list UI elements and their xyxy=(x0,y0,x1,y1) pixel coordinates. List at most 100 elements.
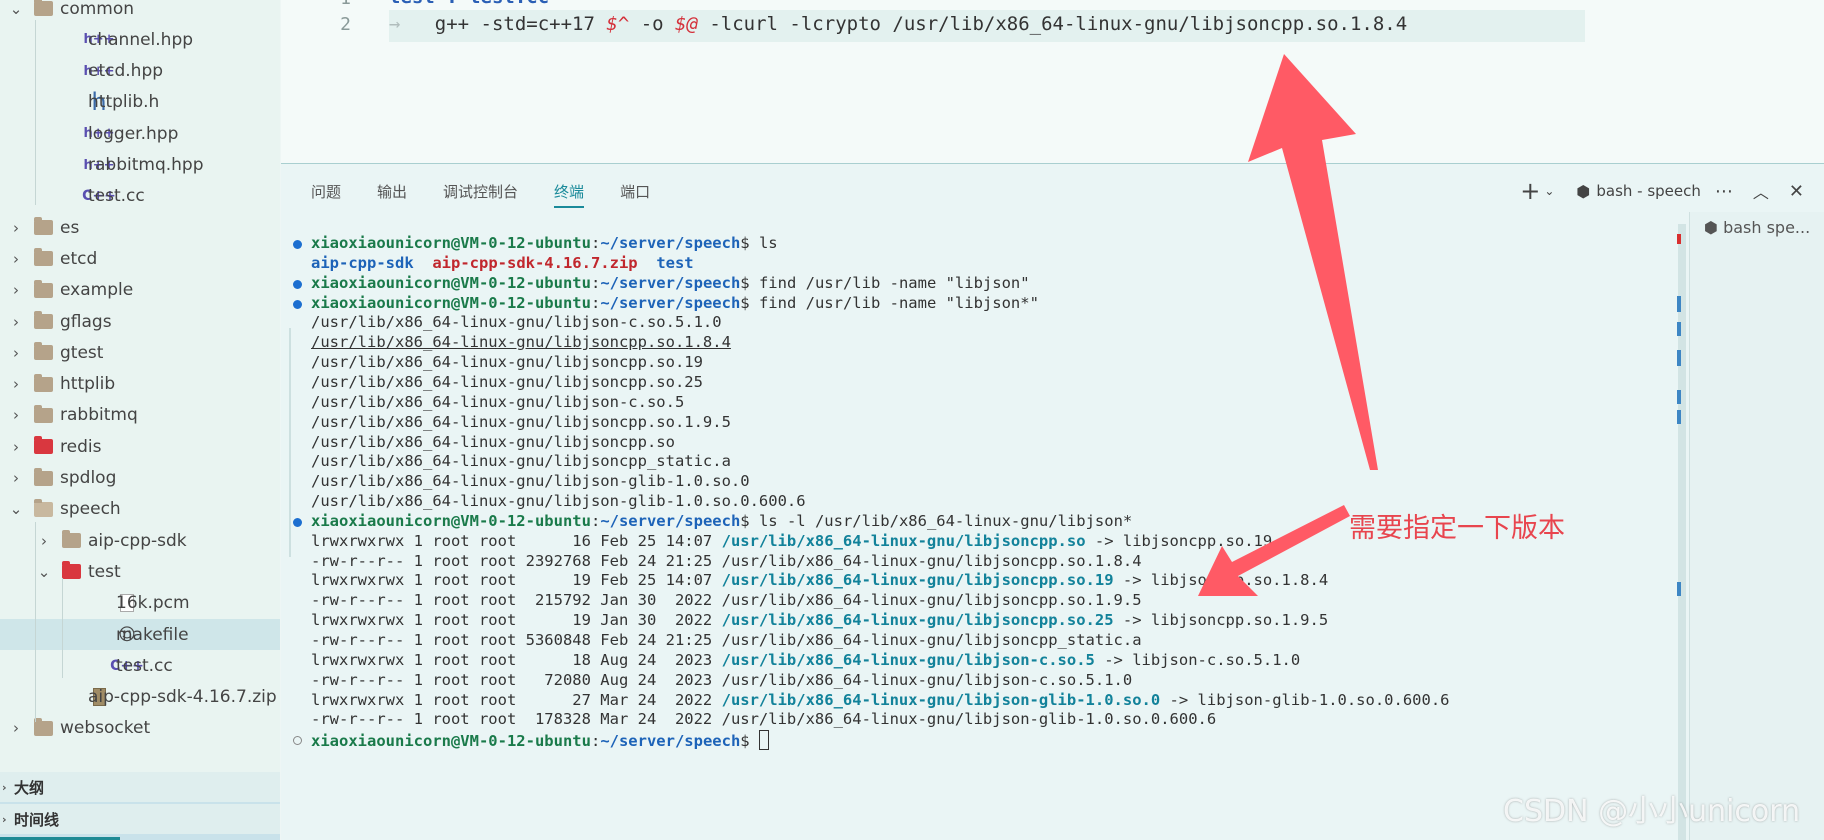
tree-item[interactable]: › websocket xyxy=(0,713,280,744)
tab-output[interactable]: 输出 xyxy=(377,180,407,210)
folder-icon xyxy=(60,530,82,551)
tree-item-label: logger.hpp xyxy=(88,123,179,144)
scroll-marker xyxy=(1677,234,1681,244)
tree-item-label: speech xyxy=(60,499,121,520)
chevron-right-icon[interactable]: › xyxy=(8,218,24,238)
chevron-down-icon[interactable]: ⌄ xyxy=(8,499,24,519)
tree-item-label: spdlog xyxy=(60,468,117,488)
tree-item-label: 16k.pcm xyxy=(116,593,190,614)
command-status-icon[interactable] xyxy=(293,517,302,527)
outline-section[interactable]: › 大纲 xyxy=(0,772,280,802)
maximize-panel-icon[interactable]: ︿ xyxy=(1753,179,1769,203)
tab-terminal[interactable]: 终端 xyxy=(554,180,585,210)
scroll-marker xyxy=(1677,410,1681,424)
panel-actions: + ⌄ ⬢ bash - speech ⋯ ︿ ✕ xyxy=(1506,176,1804,206)
tree-item[interactable]: ⌄ test xyxy=(0,556,280,587)
ls-path: /usr/lib/x86_64-linux-gnu/libjson-glib-1… xyxy=(721,690,1161,709)
ls-meta: -rw-r--r-- 1 root root 5360848 Feb 24 21… xyxy=(311,631,722,649)
find-result: /usr/lib/x86_64-linux-gnu/libjson-glib-1… xyxy=(311,492,806,511)
more-icon[interactable]: ⋯ xyxy=(1715,181,1733,202)
ls-path: /usr/lib/x86_64-linux-gnu/libjsoncpp.so xyxy=(721,531,1086,550)
tree-item[interactable]: › spdlog xyxy=(0,463,280,494)
new-terminal-icon[interactable]: + xyxy=(1520,179,1540,203)
tree-item[interactable]: › redis xyxy=(0,431,280,462)
tree-item[interactable]: 16k.pcm xyxy=(0,588,280,619)
terminal-name[interactable]: bash - speech xyxy=(1596,182,1701,200)
tab-debug-console[interactable]: 调试控制台 xyxy=(443,180,518,210)
tree-item[interactable]: h++ channel.hpp xyxy=(0,24,280,55)
tree-item[interactable]: › httplib xyxy=(0,369,280,400)
prompt-sep: : xyxy=(590,511,601,530)
tree-item-label: aip-cpp-sdk-4.16.7.zip xyxy=(88,687,277,708)
tree-item[interactable]: C++ test.cc xyxy=(0,181,280,212)
close-panel-icon[interactable]: ✕ xyxy=(1789,181,1804,202)
ls-meta: lrwxrwxrwx 1 root root 27 Mar 24 2022 xyxy=(311,690,722,709)
prompt-user: xiaoxiaounicorn@VM-0-12-ubuntu xyxy=(311,234,591,252)
command-status-icon[interactable] xyxy=(293,279,302,289)
tree-item[interactable]: › gtest xyxy=(0,337,280,368)
terminal-scrollbar[interactable] xyxy=(1675,212,1689,840)
chevron-right-icon[interactable]: › xyxy=(8,718,24,738)
terminal-cursor xyxy=(758,730,769,751)
panel-tabs: 问题 输出 调试控制台 终端 端口 xyxy=(311,180,686,210)
find-result: /usr/lib/x86_64-linux-gnu/libjsoncpp.so.… xyxy=(311,333,731,352)
line-number: 1 xyxy=(281,0,351,9)
tree-item[interactable]: › es xyxy=(0,212,280,243)
tree-item[interactable]: › rabbitmq xyxy=(0,400,280,431)
chevron-right-icon[interactable]: › xyxy=(8,343,24,363)
find-result: /usr/lib/x86_64-linux-gnu/libjsoncpp.so.… xyxy=(311,372,703,391)
prompt-sep: : xyxy=(590,293,601,312)
prompt-user: xiaoxiaounicorn@VM-0-12-ubuntu xyxy=(311,511,591,530)
tree-item-label: test.cc xyxy=(88,186,145,207)
command-status-icon[interactable] xyxy=(293,240,302,249)
chevron-right-icon[interactable]: › xyxy=(36,531,52,551)
tree-item[interactable]: › gflags xyxy=(0,306,280,337)
timeline-section[interactable]: › 时间线 xyxy=(0,804,280,834)
tab-problems[interactable]: 问题 xyxy=(311,180,341,210)
tree-item[interactable]: › etcd xyxy=(0,243,280,274)
tree-item[interactable]: h++ etcd.hpp xyxy=(0,56,280,87)
chevron-right-icon[interactable]: › xyxy=(8,312,24,332)
annotation-note: 需要指定一下版本 xyxy=(1349,513,1565,544)
ls-meta: lrwxrwxrwx 1 root root 16 Feb 25 14:07 xyxy=(311,531,722,550)
terminal-list-item[interactable]: ⬢ bash spe... xyxy=(1704,218,1810,237)
chevron-right-icon[interactable]: › xyxy=(8,437,24,457)
scrollbar-thumb[interactable] xyxy=(1678,224,1686,840)
tree-item[interactable]: h++ logger.hpp xyxy=(0,118,280,149)
code-token: -lcurl -lcrypto /usr/lib/x86_64-linux-gn… xyxy=(697,13,1408,35)
tree-item[interactable]: C++ test.cc xyxy=(0,650,280,681)
folder-icon xyxy=(32,373,54,394)
ls-meta: lrwxrwxrwx 1 root root 19 Jan 30 2022 xyxy=(311,611,722,630)
tree-item[interactable]: ⌄ common xyxy=(0,0,280,24)
explorer-sidebar: ⌄ common h++ channel.hpp h++ etcd.hpp h httplib… xyxy=(0,0,280,840)
command-text: find /usr/lib -name "libjson*" xyxy=(758,293,1039,312)
tab-ports[interactable]: 端口 xyxy=(620,180,650,210)
tree-item[interactable]: ⌄ speech xyxy=(0,494,280,525)
folder-icon xyxy=(32,404,54,425)
prompt-sign: $ xyxy=(740,732,759,751)
tree-item[interactable]: › example xyxy=(0,275,280,306)
command-status-icon[interactable] xyxy=(293,299,302,309)
tree-item[interactable]: h httplib.h xyxy=(0,87,280,118)
editor-area[interactable]: 1 test : test.cc 2 → g++ -std=c++17 $^ -… xyxy=(281,0,1824,163)
chevron-right-icon[interactable]: › xyxy=(8,280,24,300)
tree-item[interactable]: h++ rabbitmq.hpp xyxy=(0,150,280,181)
tree-item-label: rabbitmq.hpp xyxy=(88,155,204,175)
sidebar-bottom-sections: › 大纲 › 时间线 xyxy=(0,772,280,840)
folder-icon xyxy=(32,217,54,238)
chevron-right-icon[interactable]: › xyxy=(8,405,24,425)
chevron-right-icon[interactable]: › xyxy=(8,249,24,269)
prompt-path: ~/server/speech xyxy=(600,273,741,292)
folder-icon xyxy=(32,248,54,269)
chevron-right-icon[interactable]: › xyxy=(8,374,24,394)
tree-item[interactable]: › aip-cpp-sdk xyxy=(0,525,280,556)
tree-item[interactable]: aip-cpp-sdk-4.16.7.zip xyxy=(0,682,280,713)
tree-item[interactable]: ☺ makefile xyxy=(0,619,280,650)
code-token: g++ -std=c++17 xyxy=(434,13,607,35)
chevron-down-icon[interactable]: ⌄ xyxy=(8,0,24,19)
chevron-right-icon[interactable]: › xyxy=(8,468,24,488)
chevron-down-icon[interactable]: ⌄ xyxy=(36,562,52,582)
find-result: /usr/lib/x86_64-linux-gnu/libjson-c.so.5… xyxy=(311,313,722,332)
tree-item-label: etcd xyxy=(60,248,98,269)
chevron-down-icon[interactable]: ⌄ xyxy=(1544,184,1554,198)
